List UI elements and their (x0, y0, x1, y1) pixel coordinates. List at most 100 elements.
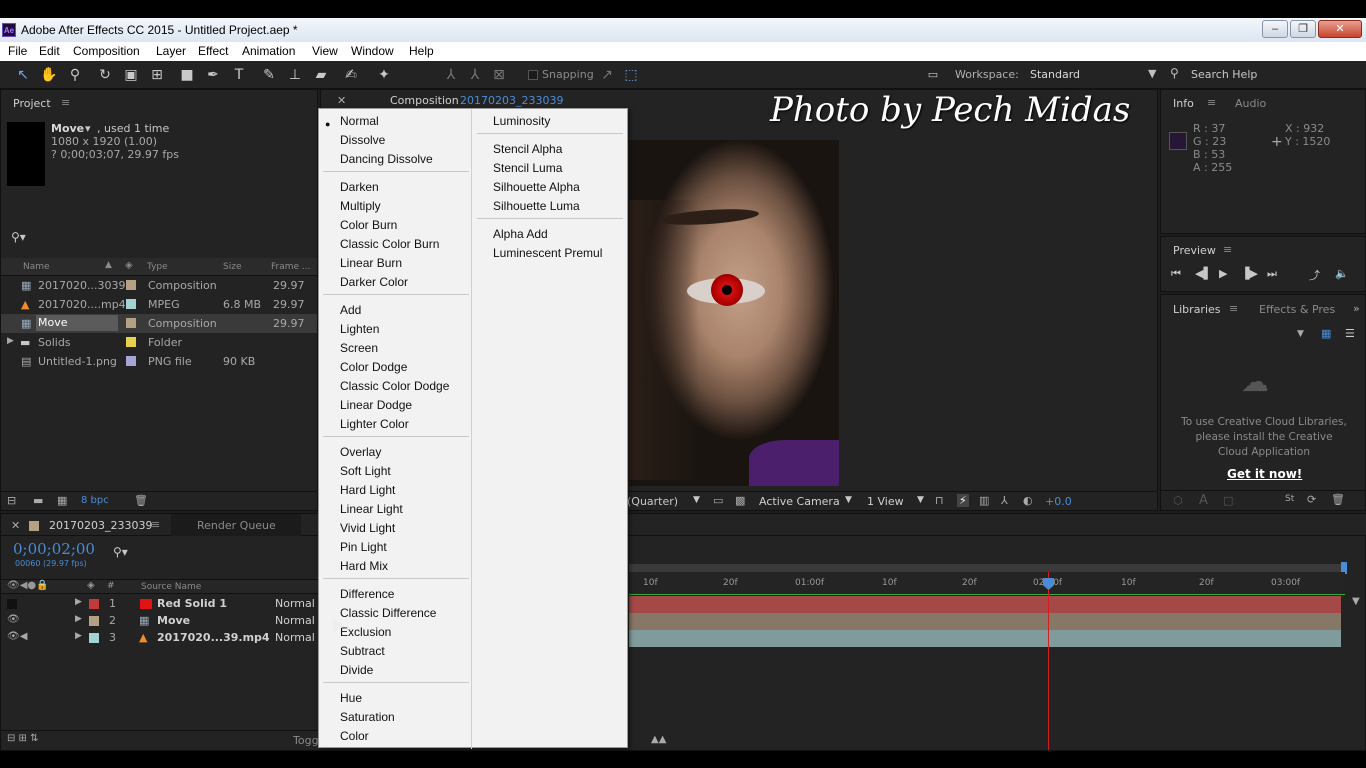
blend-mode-exclusion[interactable]: Exclusion (340, 625, 391, 639)
workspace-select[interactable]: Standard (1030, 68, 1080, 81)
stock-icon[interactable]: St (1285, 494, 1294, 504)
blend-mode-stencil-alpha[interactable]: Stencil Alpha (493, 142, 562, 156)
next-frame-icon[interactable]: ▐▶ (1241, 267, 1258, 280)
panel-menu-icon[interactable]: ≡ (1229, 302, 1238, 315)
view-chevron-down-icon[interactable]: ▼ (917, 495, 924, 505)
expand-triangle-icon[interactable]: ▶ (75, 614, 82, 624)
snap-edge-icon[interactable]: ↗ (598, 66, 616, 84)
layer-mode[interactable]: Normal (275, 597, 315, 610)
blend-mode-difference[interactable]: Difference (340, 587, 394, 601)
label-color-swatch[interactable] (126, 280, 136, 290)
blend-mode-linear-light[interactable]: Linear Light (340, 502, 403, 516)
project-item-comp[interactable]: ▦ 2017020...3039 Composition 29.97 (1, 276, 317, 295)
blend-mode-color-burn[interactable]: Color Burn (340, 218, 397, 232)
project-search-icon[interactable]: ⚲▾ (11, 230, 26, 244)
blend-mode-color[interactable]: Color (340, 729, 369, 743)
timeline-footer-icons[interactable]: ⊟ ⊞ ⇅ (7, 733, 39, 744)
audio-speaker-icon[interactable]: 🔈 (1335, 267, 1349, 280)
blend-mode-lighten[interactable]: Lighten (340, 322, 379, 336)
snap-feature-icon[interactable]: ⬚ (622, 66, 640, 84)
menu-window[interactable]: Window (351, 44, 394, 58)
panel-menu-icon[interactable]: ≡ (151, 518, 160, 531)
flowchart-icon[interactable]: ⅄ (1001, 494, 1008, 507)
puppet-tool-icon[interactable]: ✦ (375, 66, 393, 84)
restore-button[interactable]: ❐ (1290, 20, 1316, 38)
expand-triangle-icon[interactable]: ▶ (7, 336, 14, 346)
composition-tab-name[interactable]: 20170203_233039 (460, 94, 563, 107)
camera-chevron-down-icon[interactable]: ▼ (845, 495, 852, 505)
label-tag-icon[interactable]: ◈ (125, 260, 133, 271)
timeline-end-marker-icon[interactable]: ▼ (1352, 596, 1360, 607)
workspace-chevron-down-icon[interactable]: ▼ (1148, 67, 1156, 80)
preview-panel-title[interactable]: Preview (1173, 244, 1216, 257)
project-panel-title[interactable]: Project (13, 97, 51, 110)
info-panel-title[interactable]: Info (1173, 97, 1194, 110)
sync-icon[interactable]: ⟳ (1307, 493, 1316, 506)
blend-mode-luminescent-premul[interactable]: Luminescent Premul (493, 246, 602, 260)
blend-mode-vivid-light[interactable]: Vivid Light (340, 521, 395, 535)
exposure-value[interactable]: +0.0 (1045, 495, 1072, 508)
layer-bar-1[interactable] (629, 596, 1341, 613)
timeline-search-icon[interactable]: ⚲▾ (113, 545, 128, 559)
search-help-field[interactable]: Search Help (1191, 68, 1257, 81)
blend-mode-hard-light[interactable]: Hard Light (340, 483, 395, 497)
rectangle-tool-icon[interactable]: ■ (178, 66, 196, 84)
rotate-tool-icon[interactable]: ↻ (96, 66, 114, 84)
layer-label-swatch[interactable] (89, 616, 99, 626)
libraries-panel-title[interactable]: Libraries (1173, 303, 1221, 316)
blend-mode-luminosity[interactable]: Luminosity (493, 114, 550, 128)
blend-mode-silhouette-alpha[interactable]: Silhouette Alpha (493, 180, 580, 194)
blend-mode-dancing-dissolve[interactable]: Dancing Dissolve (340, 152, 433, 166)
expand-triangle-icon[interactable]: ▶ (75, 631, 82, 641)
column-size[interactable]: Size (223, 262, 241, 272)
toggle-pixel-aspect-icon[interactable]: ⊓ (935, 494, 944, 507)
blend-mode-lighter-color[interactable]: Lighter Color (340, 417, 409, 431)
pen-tool-icon[interactable]: ✒ (204, 66, 222, 84)
sort-up-icon[interactable]: ▲ (105, 260, 112, 270)
timeline-tab-name[interactable]: 20170203_233039 (49, 519, 152, 532)
effects-presets-tab[interactable]: Effects & Pres (1259, 303, 1335, 316)
blend-mode-hue[interactable]: Hue (340, 691, 362, 705)
blend-mode-overlay[interactable]: Overlay (340, 445, 381, 459)
label-color-swatch[interactable] (126, 318, 136, 328)
play-icon[interactable]: ▶ (1219, 267, 1227, 280)
time-ruler[interactable]: 10f 20f 01:00f 10f 20f 02:00f 10f 20f 03… (629, 572, 1345, 594)
more-panels-icon[interactable]: » (1353, 302, 1360, 315)
panel-menu-icon[interactable]: ≡ (1223, 243, 1232, 256)
list-view-icon[interactable]: ☰ (1345, 327, 1355, 340)
blend-mode-dissolve[interactable]: Dissolve (340, 133, 385, 147)
hand-tool-icon[interactable]: ✋ (40, 66, 58, 84)
blend-mode-add[interactable]: Add (340, 303, 361, 317)
blend-mode-screen[interactable]: Screen (340, 341, 378, 355)
usage-chevron-down-icon[interactable]: ▾ (85, 122, 91, 135)
region-of-interest-icon[interactable]: ▭ (713, 494, 723, 507)
roto-brush-tool-icon[interactable]: ✍ (342, 66, 360, 84)
zoom-tool-icon[interactable]: ⚲ (66, 66, 84, 84)
project-item-png[interactable]: ▤ Untitled-1.png PNG file 90 KB (1, 352, 317, 371)
blend-mode-classic-color-burn[interactable]: Classic Color Burn (340, 237, 439, 251)
loop-icon[interactable]: ⤴ (1309, 267, 1320, 283)
blend-mode-normal[interactable]: Normal (340, 114, 379, 128)
project-item-solids[interactable]: ▶ ▬ Solids Folder (1, 333, 317, 352)
menu-animation[interactable]: Animation (242, 44, 295, 58)
previous-frame-icon[interactable]: ◀▌ (1195, 267, 1212, 280)
minimize-button[interactable]: – (1262, 20, 1288, 38)
blend-mode-alpha-add[interactable]: Alpha Add (493, 227, 548, 241)
menu-view[interactable]: View (312, 44, 338, 58)
eye-icon[interactable]: 👁 (7, 614, 20, 625)
pan-behind-tool-icon[interactable]: ⊞ (148, 66, 166, 84)
menu-layer[interactable]: Layer (156, 44, 186, 58)
camera-tool-icon[interactable]: ▣ (122, 66, 140, 84)
type-tool-icon[interactable]: T (230, 66, 248, 84)
layer-row-2[interactable]: 👁 ▶ 2 ▦ Move Normal (1, 612, 319, 629)
transparency-grid-icon[interactable]: ▩ (735, 494, 745, 507)
blend-mode-linear-burn[interactable]: Linear Burn (340, 256, 402, 270)
view-axis-icon[interactable]: ⊠ (490, 66, 508, 84)
render-queue-tab[interactable]: Render Queue (171, 514, 301, 536)
layer-row-1[interactable]: ▶ 1 Red Solid 1 Normal (1, 595, 319, 612)
column-name[interactable]: Name (23, 262, 50, 272)
selection-tool-icon[interactable]: ↖ (14, 66, 32, 84)
blend-mode-darken[interactable]: Darken (340, 180, 379, 194)
trash-icon[interactable]: 🗑 (134, 494, 148, 507)
blend-mode-darker-color[interactable]: Darker Color (340, 275, 408, 289)
